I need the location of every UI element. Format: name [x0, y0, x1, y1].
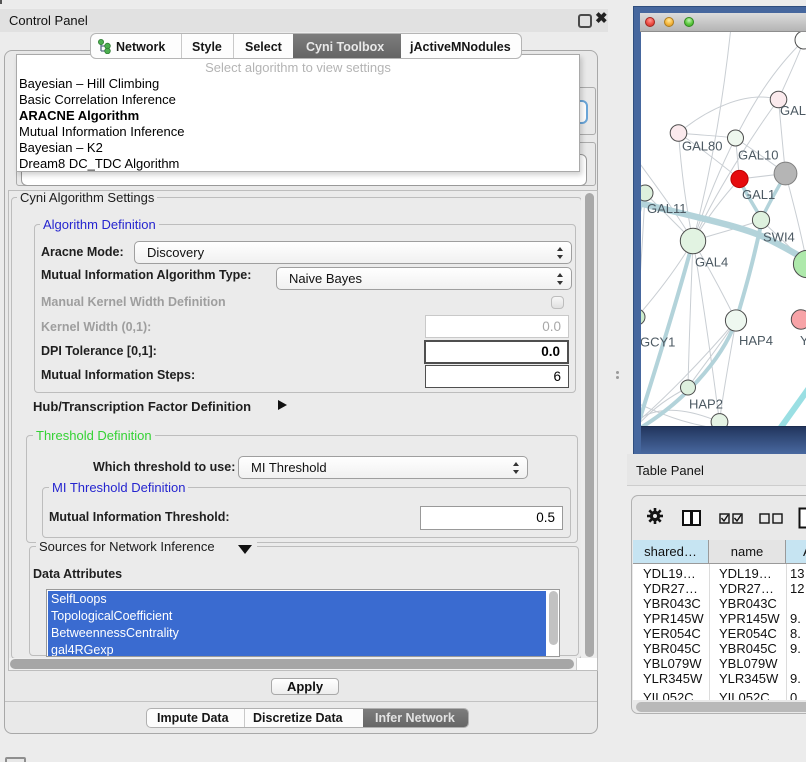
svg-text:GAL1: GAL1	[742, 187, 775, 202]
svg-text:Y: Y	[800, 333, 806, 348]
svg-text:GAL11: GAL11	[647, 201, 687, 216]
svg-text:GAL4: GAL4	[695, 255, 728, 270]
svg-text:HAP4: HAP4	[739, 333, 773, 348]
svg-text:HAP2: HAP2	[689, 397, 723, 412]
svg-text:GCY1: GCY1	[641, 335, 675, 350]
svg-text:GAL80: GAL80	[682, 139, 722, 154]
svg-text:SWI4: SWI4	[763, 230, 795, 245]
svg-text:GAL10: GAL10	[738, 148, 778, 163]
svg-text:GAL7: GAL7	[780, 103, 806, 118]
